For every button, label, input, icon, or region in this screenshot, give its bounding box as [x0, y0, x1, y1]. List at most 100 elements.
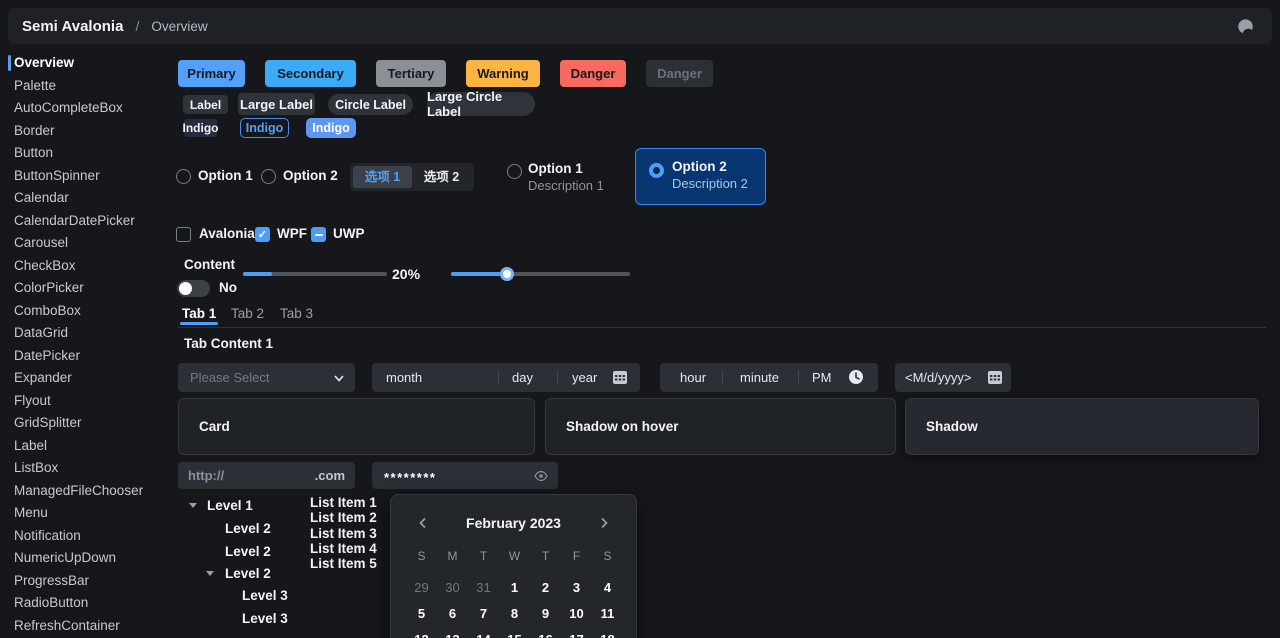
calendar-icon[interactable] [987, 369, 1003, 385]
calendar-day[interactable]: 15 [499, 632, 530, 638]
calendar-day[interactable]: 29 [406, 580, 437, 595]
calendar-date-picker-input[interactable]: <M/d/yyyy> [895, 363, 1011, 392]
eye-icon[interactable] [534, 469, 548, 483]
list-item[interactable]: List Item 2 [310, 510, 377, 525]
radio-option2[interactable] [261, 169, 276, 184]
sidebar-item-flyout[interactable]: Flyout [0, 390, 170, 413]
calendar-day[interactable]: 9 [530, 606, 561, 621]
warning-button[interactable]: Warning [466, 60, 540, 87]
card-shadow-on-hover[interactable]: Shadow on hover [545, 398, 896, 455]
list-item[interactable]: List Item 5 [310, 556, 377, 571]
calendar-day[interactable]: 2 [530, 580, 561, 595]
sidebar-item-notification[interactable]: Notification [0, 525, 170, 548]
theme-toggle-button[interactable] [1232, 13, 1258, 39]
calendar-day[interactable]: 7 [468, 606, 499, 621]
sidebar-item-calendardatepicker[interactable]: CalendarDatePicker [0, 210, 170, 233]
tree-item-level1[interactable]: Level 1 [207, 498, 253, 513]
time-picker-input[interactable]: hour minute PM [660, 363, 878, 392]
select-input[interactable]: Please Select [178, 363, 355, 392]
sidebar-item-palette[interactable]: Palette [0, 75, 170, 98]
tree-item-level3[interactable]: Level 3 [242, 611, 288, 626]
tab-2[interactable]: Tab 2 [231, 306, 264, 321]
calendar-icon[interactable] [612, 369, 628, 385]
calendar-day[interactable]: 18 [592, 632, 623, 638]
sidebar-item-button[interactable]: Button [0, 142, 170, 165]
calendar-day[interactable]: 16 [530, 632, 561, 638]
tree-expander-icon[interactable] [206, 571, 214, 576]
url-input[interactable]: http:// .com [178, 462, 355, 489]
time-minute-segment[interactable]: minute [740, 370, 779, 385]
calendar-day[interactable]: 30 [437, 580, 468, 595]
primary-button[interactable]: Primary [178, 60, 245, 87]
calendar-day[interactable]: 17 [561, 632, 592, 638]
segment-option-1[interactable]: 选项 1 [353, 166, 412, 188]
tertiary-button[interactable]: Tertiary [376, 60, 446, 87]
select-placeholder: Please Select [190, 370, 270, 385]
sidebar-item-menu[interactable]: Menu [0, 502, 170, 525]
tree-item-level2[interactable]: Level 2 [225, 566, 271, 581]
sidebar-item-combobox[interactable]: ComboBox [0, 300, 170, 323]
calendar-day[interactable]: 4 [592, 580, 623, 595]
calendar-day[interactable]: 10 [561, 606, 592, 621]
sidebar-item-refreshcontainer[interactable]: RefreshContainer [0, 615, 170, 638]
calendar-day[interactable]: 3 [561, 580, 592, 595]
sidebar-item-gridsplitter[interactable]: GridSplitter [0, 412, 170, 435]
sidebar-item-checkbox[interactable]: CheckBox [0, 255, 170, 278]
radio-desc-option1[interactable] [507, 164, 522, 179]
date-month-segment[interactable]: month [386, 370, 422, 385]
secondary-button[interactable]: Secondary [265, 60, 356, 87]
sidebar-item-label[interactable]: Label [0, 435, 170, 458]
sidebar-item-colorpicker[interactable]: ColorPicker [0, 277, 170, 300]
sidebar-item-expander[interactable]: Expander [0, 367, 170, 390]
calendar-day[interactable]: 31 [468, 580, 499, 595]
calendar-day[interactable]: 11 [592, 606, 623, 621]
calendar-day[interactable]: 14 [468, 632, 499, 638]
radio-option1[interactable] [176, 169, 191, 184]
tab-1[interactable]: Tab 1 [182, 306, 216, 321]
checkbox-uwp[interactable] [311, 227, 326, 242]
date-picker-input[interactable]: month day year [372, 363, 640, 392]
sidebar-item-datepicker[interactable]: DatePicker [0, 345, 170, 368]
list-item[interactable]: List Item 3 [310, 526, 377, 541]
toggle-switch[interactable] [177, 280, 210, 297]
sidebar-item-numericupdown[interactable]: NumericUpDown [0, 547, 170, 570]
calendar-day[interactable]: 12 [406, 632, 437, 638]
segment-option-2[interactable]: 选项 2 [412, 166, 471, 188]
sidebar-item-buttonspinner[interactable]: ButtonSpinner [0, 165, 170, 188]
calendar-day[interactable]: 8 [499, 606, 530, 621]
sidebar-item-calendar[interactable]: Calendar [0, 187, 170, 210]
brand-title[interactable]: Semi Avalonia [22, 18, 123, 35]
tab-3[interactable]: Tab 3 [280, 306, 313, 321]
sidebar-item-progressbar[interactable]: ProgressBar [0, 570, 170, 593]
calendar-next-button[interactable] [594, 513, 614, 533]
tree-item-level2[interactable]: Level 2 [225, 544, 271, 559]
checkbox-wpf[interactable]: ✓ [255, 227, 270, 242]
time-ampm-segment[interactable]: PM [812, 370, 832, 385]
list-item[interactable]: List Item 1 [310, 495, 377, 510]
calendar-day[interactable]: 1 [499, 580, 530, 595]
sidebar-item-autocompletebox[interactable]: AutoCompleteBox [0, 97, 170, 120]
sidebar-item-radiobutton[interactable]: RadioButton [0, 592, 170, 615]
sidebar-item-datagrid[interactable]: DataGrid [0, 322, 170, 345]
sidebar-item-carousel[interactable]: Carousel [0, 232, 170, 255]
calendar-day[interactable]: 13 [437, 632, 468, 638]
time-hour-segment[interactable]: hour [680, 370, 706, 385]
sidebar-item-listbox[interactable]: ListBox [0, 457, 170, 480]
tree-item-level2[interactable]: Level 2 [225, 521, 271, 536]
calendar-day[interactable]: 5 [406, 606, 437, 621]
clock-icon[interactable] [848, 369, 864, 385]
sidebar-item-managedfilechooser[interactable]: ManagedFileChooser [0, 480, 170, 503]
list-item[interactable]: List Item 4 [310, 541, 377, 556]
sidebar-item-overview[interactable]: Overview [0, 52, 170, 75]
password-input[interactable]: ******** [372, 462, 558, 489]
slider-2-thumb[interactable] [500, 267, 514, 281]
breadcrumb[interactable]: Overview [151, 19, 207, 34]
danger-button[interactable]: Danger [560, 60, 626, 87]
calendar-day[interactable]: 6 [437, 606, 468, 621]
date-day-segment[interactable]: day [512, 370, 533, 385]
sidebar-item-border[interactable]: Border [0, 120, 170, 143]
checkbox-avalonia[interactable] [176, 227, 191, 242]
tree-item-level3[interactable]: Level 3 [242, 588, 288, 603]
date-year-segment[interactable]: year [572, 370, 597, 385]
tree-expander-icon[interactable] [189, 503, 197, 508]
